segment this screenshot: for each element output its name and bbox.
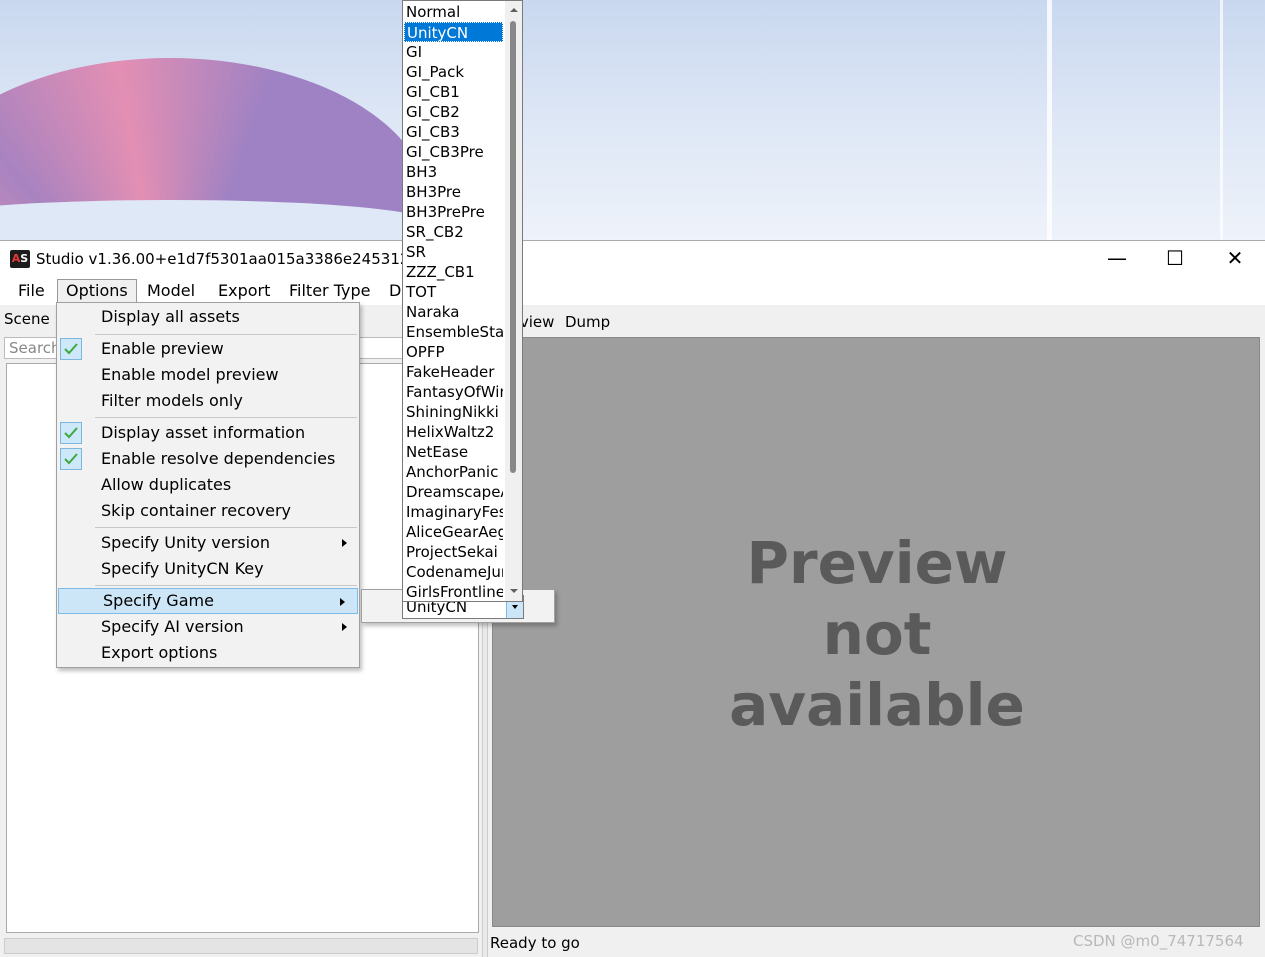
status-text: Ready to go <box>490 934 580 952</box>
game-option[interactable]: BH3 <box>404 162 503 182</box>
tab-dump[interactable]: Dump <box>565 313 610 331</box>
menu-specify-unitycn-key[interactable]: Specify UnityCN Key <box>57 556 359 582</box>
game-option[interactable]: FantasyOfWind <box>404 382 503 402</box>
checkmark-icon <box>60 448 82 470</box>
minimize-button[interactable]: — <box>1088 241 1146 277</box>
game-option[interactable]: TOT <box>404 282 503 302</box>
game-option[interactable]: SR <box>404 242 503 262</box>
menu-export-options[interactable]: Export options <box>57 640 359 666</box>
menu-enable-preview[interactable]: Enable preview <box>57 336 359 362</box>
game-option[interactable]: ShiningNikki <box>404 402 503 422</box>
menu-separator <box>95 334 357 335</box>
game-option[interactable]: Naraka <box>404 302 503 322</box>
menu-allow-duplicates[interactable]: Allow duplicates <box>57 472 359 498</box>
game-option[interactable]: GirlsFrontline <box>404 582 503 601</box>
menu-filter-type[interactable]: Filter Type <box>281 279 378 303</box>
submenu-arrow-icon <box>340 598 345 606</box>
game-option[interactable]: AliceGearAegis <box>404 522 503 542</box>
checkmark-icon <box>60 422 82 444</box>
game-option[interactable]: GI <box>404 42 503 62</box>
game-option[interactable]: DreamscapeAlbireo <box>404 482 503 502</box>
menu-specify-game[interactable]: Specify Game <box>58 588 358 614</box>
tab-scene[interactable]: Scene <box>4 310 50 328</box>
game-option[interactable]: CodenameJump <box>404 562 503 582</box>
game-option[interactable]: ImaginaryFest <box>404 502 503 522</box>
menu-skip-container-recovery[interactable]: Skip container recovery <box>57 498 359 524</box>
game-option[interactable]: GI_CB3 <box>404 122 503 142</box>
game-option[interactable]: GI_CB2 <box>404 102 503 122</box>
preview-panel: Preview not available <box>492 337 1260 927</box>
game-option[interactable]: OPFP <box>404 342 503 362</box>
menu-specify-ai-version[interactable]: Specify AI version <box>57 614 359 640</box>
game-option[interactable]: GI_Pack <box>404 62 503 82</box>
game-option[interactable]: NetEase <box>404 442 503 462</box>
game-dropdown-list: Normal UnityCN GI GI_Pack GI_CB1 GI_CB2 GI_CB3… <box>402 0 523 602</box>
game-option[interactable]: ZZZ_CB1 <box>404 262 503 282</box>
menu-separator <box>95 417 357 418</box>
menu-file[interactable]: File <box>10 279 53 303</box>
menu-separator <box>95 527 357 528</box>
menu-enable-model-preview[interactable]: Enable model preview <box>57 362 359 388</box>
menu-display-asset-information[interactable]: Display asset information <box>57 420 359 446</box>
preview-message: Preview not available <box>729 529 1025 739</box>
options-menu: Display all assets Enable preview Enable… <box>56 302 360 668</box>
right-tab-strip: Preview Dump <box>490 307 1265 335</box>
search-placeholder: Search <box>9 339 61 357</box>
horizontal-scrollbar[interactable] <box>4 938 478 954</box>
game-option[interactable]: SR_CB2 <box>404 222 503 242</box>
menu-display-all-assets[interactable]: Display all assets <box>57 304 359 330</box>
menu-export[interactable]: Export <box>210 279 278 303</box>
game-option[interactable]: BH3Pre <box>404 182 503 202</box>
scroll-up-icon[interactable] <box>510 8 518 12</box>
scrollbar-thumb[interactable] <box>510 21 516 473</box>
game-option[interactable]: EnsembleStars <box>404 322 503 342</box>
menu-specify-unity-version[interactable]: Specify Unity version <box>57 530 359 556</box>
game-option[interactable]: AnchorPanic <box>404 462 503 482</box>
checkmark-icon <box>60 338 82 360</box>
vertical-scrollbar[interactable] <box>505 1 522 601</box>
game-option[interactable]: GI_CB1 <box>404 82 503 102</box>
maximize-button[interactable]: ☐ <box>1146 241 1204 277</box>
title-bar[interactable]: AS Studio v1.36.00+e1d7f5301aa015a3386e2… <box>0 241 1265 277</box>
submenu-arrow-icon <box>342 539 347 547</box>
watermark: CSDN @m0_74717564 <box>1073 932 1244 950</box>
menu-filter-models-only[interactable]: Filter models only <box>57 388 359 414</box>
game-option[interactable]: GI_CB3Pre <box>404 142 503 162</box>
game-option[interactable]: Normal <box>404 2 503 22</box>
menu-enable-resolve-dependencies[interactable]: Enable resolve dependencies <box>57 446 359 472</box>
game-option[interactable]: ProjectSekai <box>404 542 503 562</box>
app-icon: AS <box>10 250 30 268</box>
game-option[interactable]: UnityCN <box>404 22 503 42</box>
window-title: Studio v1.36.00+e1d7f5301aa015a3386e2453… <box>36 250 406 268</box>
menu-bar: File Options Model Export Filter Type De… <box>0 277 1265 305</box>
game-option[interactable]: FakeHeader <box>404 362 503 382</box>
game-option[interactable]: HelixWaltz2 <box>404 422 503 442</box>
menu-options[interactable]: Options <box>57 279 137 303</box>
menu-model[interactable]: Model <box>139 279 203 303</box>
game-option[interactable]: BH3PrePre <box>404 202 503 222</box>
menu-separator <box>95 585 357 586</box>
close-button[interactable]: ✕ <box>1206 241 1264 277</box>
desktop-wallpaper <box>0 0 1265 240</box>
scroll-down-icon[interactable] <box>510 589 518 593</box>
submenu-arrow-icon <box>342 623 347 631</box>
